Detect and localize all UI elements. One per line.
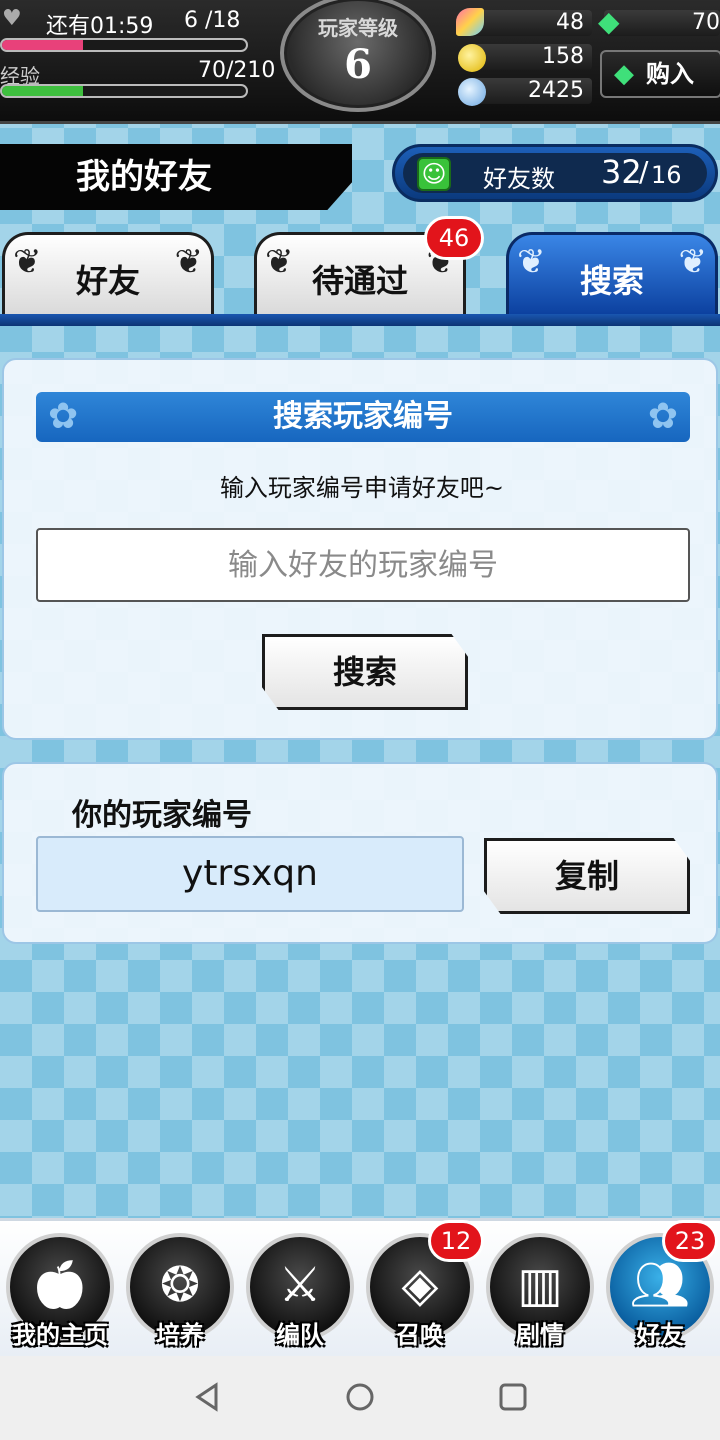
exp-bar: [0, 84, 248, 98]
page-title: 我的好友: [0, 144, 352, 210]
search-panel-heading: ✿ 搜索玩家编号 ✿: [36, 392, 690, 442]
friend-count-value: 32: [601, 153, 642, 191]
nav-train-label: 培养: [156, 1321, 204, 1349]
search-panel: ✿ 搜索玩家编号 ✿ 输入玩家编号申请好友吧~ 搜索: [2, 358, 718, 740]
my-id-panel: 你的玩家编号 ytrsxqn 复制: [2, 762, 718, 944]
flourish-right-icon: ❦: [678, 242, 708, 282]
nav-team-label: 编队: [276, 1321, 324, 1349]
friend-count-slash: /: [639, 155, 649, 188]
coin-icon: [458, 44, 486, 72]
recents-icon[interactable]: [498, 1382, 528, 1412]
friend-count-panel: ☺ 好友数 32 / 16: [392, 144, 718, 202]
home-icon[interactable]: [345, 1382, 375, 1412]
tab-search[interactable]: ❦ 搜索 ❦: [506, 232, 718, 316]
coin-row: 158: [468, 44, 592, 70]
player-level-badge[interactable]: 玩家等级 6: [280, 0, 436, 112]
friend-count-label: 好友数: [483, 165, 555, 193]
orb-value: 2425: [528, 78, 584, 103]
gem-value: 70: [692, 10, 720, 35]
exp-bar-fill: [2, 86, 83, 96]
buy-gems-button[interactable]: ◆ 购入: [600, 50, 720, 98]
buy-label: 购入: [646, 60, 694, 88]
stamina-bar: [0, 38, 248, 52]
status-hud: ♥ 还有01:59 6 /18 经验 70/210 玩家等级 6 48 158 …: [0, 0, 720, 124]
buy-gem-icon: ◆: [614, 59, 634, 89]
exp-value: 70/210: [198, 58, 276, 83]
tab-friends-label: 好友: [75, 262, 140, 300]
copy-id-button[interactable]: 复制: [484, 838, 690, 914]
nav-home[interactable]: 🍎︎ 我的主页: [0, 1227, 120, 1359]
search-heading-text: 搜索玩家编号: [273, 399, 453, 434]
flourish-left-icon: ❦: [13, 242, 42, 282]
orb-row: 2425: [468, 78, 592, 104]
friends-nav-badge: 23: [662, 1220, 718, 1262]
back-icon[interactable]: [192, 1382, 222, 1412]
nav-story-label: 剧情: [516, 1321, 564, 1349]
summon-badge: 12: [428, 1220, 484, 1262]
flourish-right-icon: ❦: [174, 242, 204, 282]
smiley-icon: ☺: [417, 157, 451, 191]
nav-friends-label: 好友: [636, 1321, 684, 1349]
tab-bar-underline: [0, 314, 720, 326]
flourish-left-icon: ❦: [517, 242, 546, 282]
nav-summon-label: 召唤: [396, 1321, 444, 1349]
stamina-timer: 还有01:59: [46, 14, 154, 39]
tab-search-label: 搜索: [579, 262, 644, 300]
pending-count-badge: 46: [424, 216, 484, 260]
tab-friends[interactable]: ❦ 好友 ❦: [2, 232, 214, 316]
level-title: 玩家等级: [318, 16, 398, 40]
level-value: 6: [344, 41, 372, 88]
my-id-label: 你的玩家编号: [72, 798, 252, 833]
nav-story[interactable]: ▥ 剧情: [480, 1227, 600, 1359]
orb-icon: [458, 78, 486, 106]
player-id-search-input[interactable]: [36, 528, 690, 602]
gem-row: 70: [604, 10, 720, 36]
flourish-left-icon: ❦: [265, 242, 294, 282]
gem-icon: ◆: [598, 5, 620, 38]
swirl-left-icon: ✿: [48, 396, 79, 437]
bottom-navigation: 🍎︎ 我的主页 ❂ 培养 ⚔ 编队 ◈ 召唤 ▥ 剧情 👥︎ 好友: [0, 1218, 720, 1356]
coin-value: 158: [542, 44, 584, 69]
tab-pending-label: 待通过: [311, 262, 408, 300]
feather-value: 48: [556, 10, 584, 35]
feather-icon: [456, 8, 484, 36]
system-navigation-bar: [0, 1356, 720, 1440]
nav-home-label: 我的主页: [12, 1321, 108, 1349]
search-button[interactable]: 搜索: [262, 634, 468, 710]
heart-icon: ♥: [2, 6, 22, 31]
stamina-value: 6 /18: [184, 8, 241, 33]
nav-train[interactable]: ❂ 培养: [120, 1227, 240, 1359]
my-id-value: ytrsxqn: [36, 836, 464, 912]
swirl-right-icon: ✿: [647, 396, 678, 437]
friend-limit-value: 16: [651, 161, 682, 189]
stamina-bar-fill: [2, 40, 83, 50]
feather-row: 48: [468, 10, 592, 36]
search-hint: 输入玩家编号申请好友吧~: [219, 474, 505, 502]
nav-team[interactable]: ⚔ 编队: [240, 1227, 360, 1359]
